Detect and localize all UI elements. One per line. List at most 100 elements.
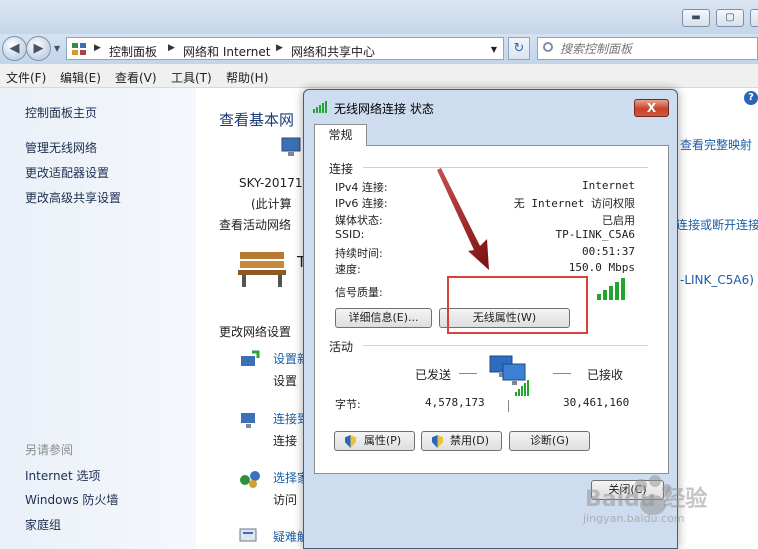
signal-bar	[603, 290, 607, 300]
setup-connection-icon	[241, 350, 260, 366]
info-label: 持续时间:	[335, 247, 383, 260]
left-link-adapter-settings[interactable]: 更改适配器设置	[25, 164, 109, 181]
left-link-advanced-sharing[interactable]: 更改高级共享设置	[25, 189, 121, 206]
bench-icon	[238, 252, 286, 287]
connect-network-icon	[241, 413, 255, 428]
info-value: 已启用	[602, 214, 635, 227]
control-panel-icon	[72, 43, 86, 55]
uac-shield-icon	[345, 435, 356, 448]
active-networks-heading: 查看活动网络	[219, 218, 292, 232]
details-button[interactable]: 详细信息(E)...	[335, 308, 432, 328]
info-value: 150.0 Mbps	[568, 261, 635, 274]
activity-section-title: 活动	[329, 340, 354, 354]
address-dropdown-icon[interactable]: ▼	[491, 45, 497, 54]
left-link-homegroup[interactable]: 家庭组	[25, 516, 61, 533]
search-box[interactable]	[537, 37, 758, 60]
wireless-signal-icon	[313, 101, 327, 113]
highlight-box	[447, 276, 588, 334]
section-divider	[363, 167, 648, 168]
breadcrumb-network-internet[interactable]: 网络和 Internet	[183, 43, 270, 60]
connection-section-title: 连接	[329, 162, 354, 176]
close-icon: X	[646, 101, 657, 115]
breadcrumb-separator: ▶	[94, 43, 101, 53]
forward-button[interactable]: ▶	[26, 36, 51, 61]
watermark-text: Baidu 经验	[585, 487, 708, 512]
menu-tools[interactable]: 工具(T)	[171, 69, 212, 86]
search-icon	[543, 42, 553, 52]
menu-help[interactable]: 帮助(H)	[226, 69, 268, 86]
bytes-label: 字节:	[335, 398, 361, 411]
info-value: 00:51:37	[582, 245, 635, 258]
info-value: Internet	[582, 179, 635, 192]
computer-subtitle: (此计算	[251, 197, 292, 211]
section-divider	[363, 345, 648, 346]
signal-bar	[609, 286, 613, 300]
maximize-icon: ▢	[725, 12, 735, 23]
menu-view[interactable]: 查看(V)	[115, 69, 157, 86]
breadcrumb-control-panel[interactable]: 控制面板	[109, 43, 157, 60]
properties-button[interactable]: 属性(P)	[334, 431, 415, 451]
watermark: Baidu 经验 jingyan.baidu.com	[575, 467, 758, 549]
navigation-bar: ◀ ▶ ▼ ▶ 控制面板 ▶ 网络和 Internet ▶ 网络和共享中心 ▼ …	[0, 34, 758, 64]
diagnose-button[interactable]: 诊断(G)	[509, 431, 590, 451]
info-label: IPv6 连接:	[335, 197, 388, 210]
sent-label: 已发送	[415, 368, 452, 382]
refresh-button[interactable]: ↻	[508, 37, 530, 60]
minimize-button[interactable]: ▬	[682, 9, 710, 27]
menu-file[interactable]: 文件(F)	[6, 69, 46, 86]
menu-edit[interactable]: 编辑(E)	[60, 69, 101, 86]
signal-quality-label: 信号质量:	[335, 286, 383, 299]
search-input[interactable]	[560, 40, 750, 57]
info-row-ipv6: IPv6 连接: 无 Internet 访问权限	[335, 195, 635, 211]
dialog-title: 无线网络连接 状态	[334, 102, 434, 116]
info-label: IPv4 连接:	[335, 181, 388, 194]
help-icon[interactable]: ?	[744, 91, 758, 105]
bytes-received-value: 30,461,160	[563, 396, 630, 409]
info-row-duration: 持续时间: 00:51:37	[335, 245, 635, 261]
received-label: 已接收	[587, 368, 624, 382]
menu-bar: 文件(F) 编辑(E) 查看(V) 工具(T) 帮助(H)	[0, 64, 758, 88]
disable-button[interactable]: 禁用(D)	[421, 431, 502, 451]
left-link-manage-wireless[interactable]: 管理无线网络	[25, 139, 97, 156]
refresh-icon: ↻	[513, 41, 525, 56]
info-row-speed: 速度: 150.0 Mbps	[335, 261, 635, 277]
signal-quality-bars	[597, 278, 625, 300]
left-navigation-pane: 控制面板主页 管理无线网络 更改适配器设置 更改高级共享设置 另请参阅 Inte…	[0, 88, 196, 549]
homegroup-icon	[240, 471, 260, 488]
left-link-windows-firewall[interactable]: Windows 防火墙	[25, 491, 118, 508]
network-activity-icon	[489, 355, 529, 396]
signal-bar	[597, 294, 601, 300]
info-row-media-state: 媒体状态: 已启用	[335, 212, 635, 228]
dialog-close-button[interactable]: X	[634, 99, 669, 117]
window-close-button[interactable]	[750, 9, 758, 27]
recent-pages-chevron-icon[interactable]: ▼	[54, 44, 60, 53]
info-row-ssid: SSID: TP-LINK_C5A6	[335, 228, 635, 244]
bytes-sent-value: 4,578,173	[425, 396, 485, 409]
received-line	[553, 373, 571, 374]
setup-connection-desc: 设置	[273, 374, 298, 388]
connect-disconnect-link[interactable]: 连接或断开连接	[676, 216, 758, 233]
change-settings-heading: 更改网络设置	[219, 325, 292, 339]
tab-general[interactable]: 常规	[314, 124, 367, 146]
view-full-map-link[interactable]: 查看完整映射	[680, 136, 752, 153]
see-also-heading: 另请参阅	[25, 443, 74, 457]
info-label: SSID:	[335, 228, 365, 241]
computer-name: SKY-20171	[239, 176, 303, 190]
connect-network-desc: 连接	[273, 434, 298, 448]
maximize-button[interactable]: ▢	[716, 9, 744, 27]
info-label: 速度:	[335, 263, 361, 276]
info-row-ipv4: IPv4 连接: Internet	[335, 179, 635, 195]
activity-divider	[508, 400, 509, 412]
address-bar[interactable]: ▶ 控制面板 ▶ 网络和 Internet ▶ 网络和共享中心 ▼	[66, 37, 504, 60]
breadcrumb-separator: ▶	[276, 43, 283, 53]
uac-shield-icon	[432, 435, 443, 448]
left-link-internet-options[interactable]: Internet 选项	[25, 467, 100, 484]
left-link-control-panel-home[interactable]: 控制面板主页	[25, 104, 97, 121]
computer-icon	[281, 137, 301, 156]
back-button[interactable]: ◀	[2, 36, 27, 61]
disable-button-label: 禁用(D)	[449, 434, 490, 447]
network-connection-link[interactable]: -LINK_C5A6)	[680, 273, 754, 287]
page-title: 查看基本网	[219, 111, 295, 129]
troubleshoot-icon	[239, 528, 257, 542]
breadcrumb-network-sharing-center[interactable]: 网络和共享中心	[291, 43, 375, 60]
